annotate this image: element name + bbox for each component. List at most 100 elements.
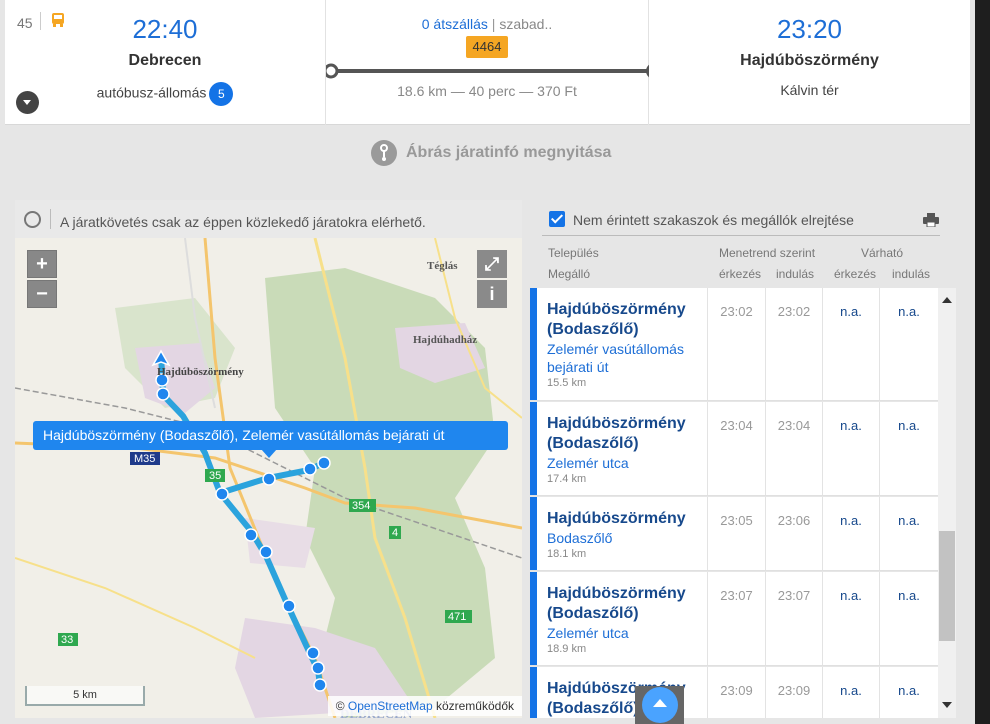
route-stop-marker xyxy=(313,678,327,692)
sched-arrival: 23:09 xyxy=(707,667,765,718)
expected-departure: n.a. xyxy=(879,402,938,495)
divider xyxy=(542,235,940,236)
table-row: Hajdúböszörmény (Bodaszőlő) Zelemér utca… xyxy=(530,572,938,666)
timetable-rows[interactable]: Hajdúböszörmény (Bodaszőlő) Zelemér vasú… xyxy=(530,288,938,718)
back-to-top-button[interactable] xyxy=(635,686,684,724)
route-stop-marker xyxy=(303,462,317,476)
map-attribution: © OpenStreetMap közreműködők xyxy=(327,696,522,716)
route-stop-marker xyxy=(244,528,258,542)
trip-summary: 18.6 km — 40 perc — 370 Ft xyxy=(397,83,577,99)
expected-departure: n.a. xyxy=(879,288,938,400)
departure-stop: autóbusz-állomás 5 xyxy=(5,82,325,106)
info-icon[interactable]: i xyxy=(477,280,507,308)
scroll-up-arrow-icon[interactable] xyxy=(942,297,952,303)
route-diagram-icon xyxy=(371,140,397,166)
road-label-33: 33 xyxy=(61,634,73,646)
sched-arrival: 23:02 xyxy=(707,288,765,400)
attribution-prefix: © xyxy=(335,699,348,713)
table-row: Hajdúböszörmény (Bodaszőlő) Zelemér utca… xyxy=(530,402,938,496)
stop-name[interactable]: Zelemér utca xyxy=(547,454,707,472)
expected-departure: n.a. xyxy=(879,497,938,570)
bus-circle-icon xyxy=(24,211,41,228)
expand-details-button[interactable] xyxy=(16,91,39,114)
zoom-out-button[interactable]: − xyxy=(27,280,57,308)
stop-city[interactable]: Hajdúböszörmény xyxy=(547,509,707,529)
stop-popup[interactable]: Hajdúböszörmény (Bodaszőlő), Zelemér vas… xyxy=(33,421,508,458)
stop-city[interactable]: Hajdúböszörmény (Bodaszőlő) xyxy=(547,300,707,340)
timetable-scrollbar[interactable] xyxy=(938,288,956,718)
row-indicator xyxy=(530,288,537,400)
row-indicator xyxy=(530,667,537,718)
stop-name[interactable]: Zelemér vasútállomás bejárati út xyxy=(547,340,707,376)
road-label-m35: M35 xyxy=(134,453,155,465)
sched-departure: 23:04 xyxy=(765,402,822,495)
expected-departure: n.a. xyxy=(879,572,938,665)
map-canvas[interactable]: Téglás Hajdúböszörmény Hajdúhadház DEBRE… xyxy=(15,238,522,718)
print-icon[interactable] xyxy=(923,213,939,227)
timetable-panel: Nem érintett szakaszok és megállók elrej… xyxy=(530,200,960,718)
sched-arrival: 23:05 xyxy=(707,497,765,570)
diagram-info-bar[interactable]: Ábrás járatinfó megnyitása xyxy=(5,126,970,180)
route-map[interactable]: Téglás Hajdúböszörmény Hajdúhadház DEBRE… xyxy=(15,238,522,718)
stop-distance: 17.4 km xyxy=(547,473,587,485)
sched-departure: 23:02 xyxy=(765,288,822,400)
scroll-thumb[interactable] xyxy=(939,531,955,641)
departure-city: Debrecen xyxy=(128,52,202,69)
row-indicator xyxy=(530,497,537,570)
separator: | xyxy=(491,16,496,32)
stop-distance: 18.1 km xyxy=(547,548,587,560)
row-indicator xyxy=(530,402,537,495)
transfer-info: 0 átszállás | szabad.. xyxy=(326,16,648,32)
col-sched-departure: indulás xyxy=(776,267,815,281)
route-start-marker xyxy=(326,63,339,79)
hide-unaffected-toggle[interactable]: Nem érintett szakaszok és megállók elrej… xyxy=(530,200,960,238)
journey-summary: 45 22:40 Debrecen autóbusz-állomás 5 0 át… xyxy=(5,0,970,125)
route-stop-marker xyxy=(317,456,331,470)
timetable-header: Település Megálló Menetrend szerint Várh… xyxy=(530,238,960,288)
hide-checkbox[interactable] xyxy=(549,211,565,227)
departure-time: 22:40 xyxy=(132,14,198,44)
tracking-notice: A járatkövetés csak az éppen közlekedő j… xyxy=(15,200,522,238)
stop-name[interactable]: Zelemér utca xyxy=(547,624,707,642)
road-label-4: 4 xyxy=(392,527,398,539)
scale-bar: 5 km xyxy=(25,686,145,706)
map-panel: A járatkövetés csak az éppen közlekedő j… xyxy=(15,200,522,718)
col-scheduled: Menetrend szerint xyxy=(719,246,816,260)
stop-city[interactable]: Hajdúböszörmény (Bodaszőlő) xyxy=(547,584,707,624)
diagram-link-label: Ábrás járatinfó megnyitása xyxy=(406,144,612,161)
osm-link[interactable]: OpenStreetMap xyxy=(348,699,433,713)
arrival-time: 23:20 xyxy=(776,14,843,44)
col-sched-arrival: érkezés xyxy=(719,267,762,281)
road-label-471: 471 xyxy=(448,611,466,623)
expected-departure: n.a. xyxy=(879,667,938,718)
window-scrollbar[interactable] xyxy=(975,0,990,724)
sched-departure: 23:06 xyxy=(765,497,822,570)
route-stop-marker xyxy=(156,387,170,401)
sched-arrival: 23:07 xyxy=(707,572,765,665)
expected-arrival: n.a. xyxy=(822,402,879,495)
arrow-up-icon xyxy=(642,687,678,723)
map-label-tegla: Téglás xyxy=(427,260,458,272)
stop-name[interactable]: Bodaszőlő xyxy=(547,529,707,547)
table-row: Hajdúböszörmény Bodaszőlő 18.1 km 23:05 … xyxy=(530,497,938,571)
expected-arrival: n.a. xyxy=(822,288,879,400)
table-row: Hajdúböszörmény (Bodaszőlő) 23:09 23:09 … xyxy=(530,667,938,718)
route-stop-marker xyxy=(259,545,273,559)
hide-checkbox-label[interactable]: Nem érintett szakaszok és megállók elrej… xyxy=(573,212,854,228)
map-label-hajduhadhaz: Hajdúhadház xyxy=(413,334,477,346)
attribution-suffix: közreműködők xyxy=(432,699,514,713)
fullscreen-icon[interactable]: ⤢ xyxy=(477,250,507,278)
stop-city[interactable]: Hajdúböszörmény (Bodaszőlő) xyxy=(547,414,707,454)
stop-info: Hajdúböszörmény (Bodaszőlő) Zelemér vasú… xyxy=(547,288,707,389)
diagram-link[interactable]: Ábrás járatinfó megnyitása xyxy=(371,140,611,166)
col-exp-arrival: érkezés xyxy=(834,267,877,281)
expected-arrival: n.a. xyxy=(822,572,879,665)
zoom-in-button[interactable]: + xyxy=(27,250,57,278)
map-label-hajduboszormeny: Hajdúböszörmény xyxy=(157,366,244,378)
col-city: Település xyxy=(548,246,599,260)
scroll-down-arrow-icon[interactable] xyxy=(942,702,952,708)
tracking-notice-text: A járatkövetés csak az éppen közlekedő j… xyxy=(60,214,426,230)
arrival-stop: Kálvin tér xyxy=(780,82,839,98)
transfers-count[interactable]: 0 átszállás xyxy=(422,16,488,32)
col-exp-departure: indulás xyxy=(892,267,931,281)
